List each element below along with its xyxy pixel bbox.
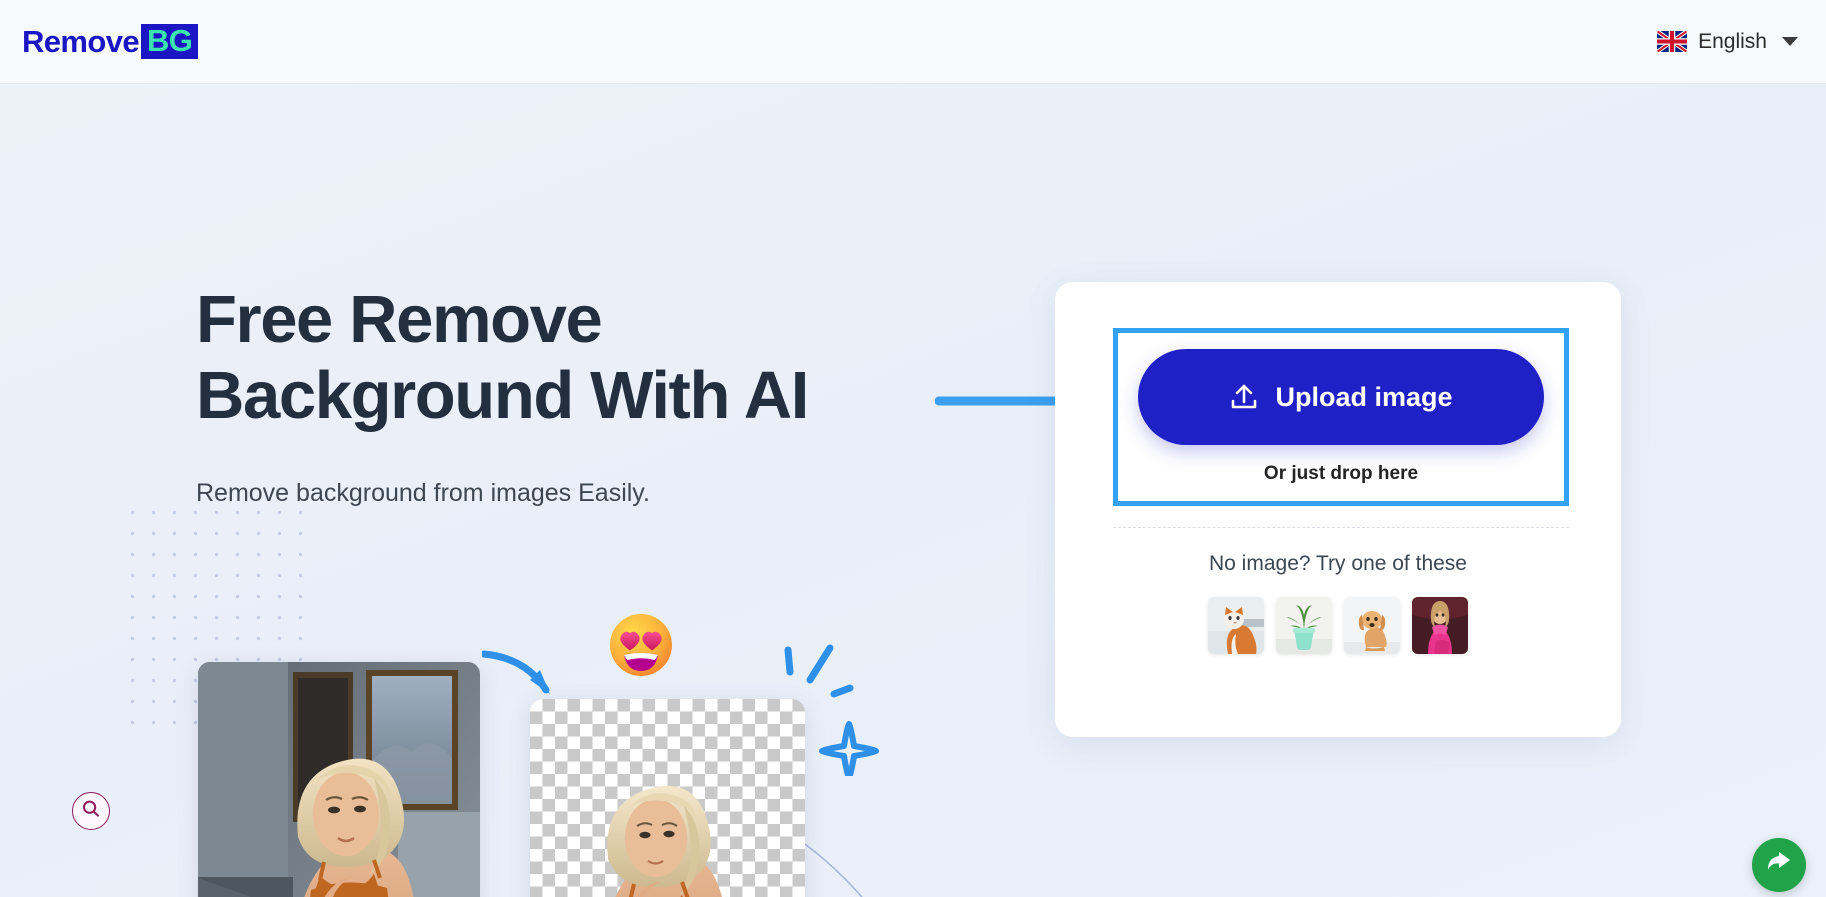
language-label: English bbox=[1698, 29, 1767, 53]
share-arrow-icon bbox=[1766, 850, 1792, 881]
curved-arrow-icon bbox=[480, 632, 592, 717]
logo-text-remove: Remove bbox=[22, 23, 140, 59]
sample-thumbnail-cat[interactable] bbox=[1208, 597, 1264, 654]
upload-card: Upload image Or just drop here No image?… bbox=[1055, 282, 1621, 737]
language-selector[interactable]: English bbox=[1657, 30, 1798, 54]
page-title: Free Remove Background With AI bbox=[196, 282, 809, 434]
logo-text-bg: BG bbox=[141, 23, 199, 60]
hero-section: Free Remove Background With AI Remove ba… bbox=[0, 84, 1826, 897]
drop-hint-text: Or just drop here bbox=[1263, 463, 1419, 484]
share-fab-button[interactable] bbox=[1752, 838, 1806, 892]
heart-eyes-emoji bbox=[608, 612, 674, 678]
dropzone[interactable]: Upload image Or just drop here bbox=[1113, 328, 1569, 506]
search-fab-button[interactable] bbox=[72, 792, 110, 830]
upload-image-button[interactable]: Upload image bbox=[1138, 349, 1544, 445]
site-header: Remove BG English bbox=[0, 0, 1826, 84]
uk-flag-icon bbox=[1657, 31, 1688, 52]
upload-button-label: Upload image bbox=[1275, 381, 1453, 412]
sparkle-star-icon bbox=[778, 636, 898, 781]
after-image bbox=[530, 699, 805, 897]
before-image bbox=[198, 662, 480, 897]
sample-thumbnails bbox=[1055, 597, 1621, 654]
sample-thumbnail-plant[interactable] bbox=[1276, 597, 1332, 654]
samples-label: No image? Try one of these bbox=[1209, 552, 1467, 575]
sample-thumbnail-girl[interactable] bbox=[1412, 597, 1468, 654]
sample-thumbnail-dog[interactable] bbox=[1344, 597, 1400, 654]
chevron-down-icon[interactable] bbox=[1782, 37, 1798, 46]
upload-icon bbox=[1229, 382, 1259, 412]
search-icon bbox=[81, 799, 101, 824]
page-subtitle: Remove background from images Easily. bbox=[196, 479, 650, 507]
card-divider bbox=[1113, 527, 1569, 528]
site-logo[interactable]: Remove BG bbox=[22, 23, 199, 60]
